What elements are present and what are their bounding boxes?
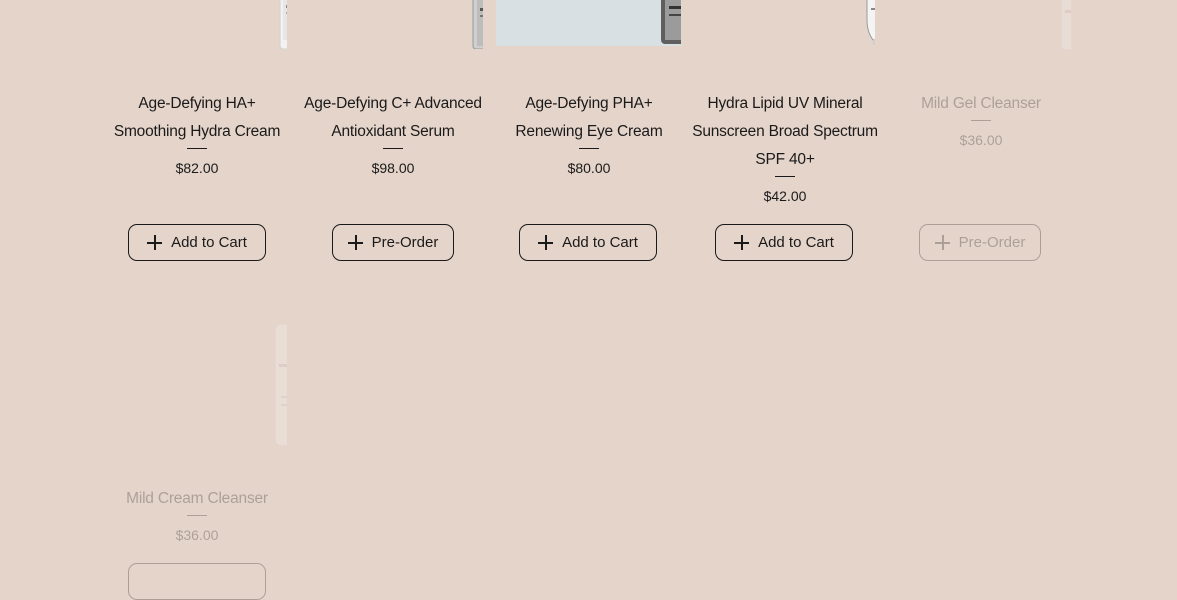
product-name-line2[interactable]: Antioxidant Serum <box>300 118 486 146</box>
product-image[interactable] <box>107 300 287 450</box>
product-price: $42.00 <box>763 188 807 204</box>
bottle-image <box>1060 0 1071 51</box>
plus-icon <box>934 235 950 250</box>
bottle-image <box>274 323 287 447</box>
plus-icon <box>538 235 554 250</box>
product-name-line2[interactable]: Sunscreen Broad Spectrum <box>692 118 878 146</box>
plus-icon <box>147 235 163 250</box>
product-name[interactable]: Mild Cream Cleanser <box>104 485 290 513</box>
button-label: Pre-Order <box>371 234 439 251</box>
product-name[interactable]: Hydra Lipid UV Mineral <box>692 90 878 118</box>
product-name-line2[interactable]: Renewing Eye Cream <box>496 118 682 146</box>
divider <box>775 176 795 177</box>
product-name[interactable]: Age-Defying C+ Advanced <box>300 90 486 118</box>
button-label: Add to Cart <box>562 234 638 251</box>
product-image[interactable] <box>303 0 483 49</box>
product-name-line3[interactable]: SPF 40+ <box>692 146 878 174</box>
divider <box>383 148 403 149</box>
product-price: $36.00 <box>175 527 219 543</box>
button-label: Pre-Order <box>958 234 1026 251</box>
bottle-image <box>866 0 875 45</box>
button-label: Add to Cart <box>758 234 834 251</box>
divider <box>579 148 599 149</box>
product-price: $98.00 <box>371 160 415 176</box>
product-name[interactable]: Age-Defying PHA+ <box>496 90 682 118</box>
product-image[interactable] <box>695 0 875 46</box>
product-name[interactable]: Age-Defying HA+ <box>104 90 290 118</box>
product-image[interactable] <box>891 0 1071 52</box>
pre-order-button[interactable]: Pre-Order <box>919 224 1041 261</box>
product-image[interactable] <box>107 0 287 49</box>
divider <box>187 515 207 516</box>
divider <box>187 148 207 149</box>
plus-icon <box>347 235 363 250</box>
product-image[interactable] <box>496 0 681 46</box>
bottle-image <box>660 0 681 44</box>
product-name[interactable]: Mild Gel Cleanser <box>888 90 1074 118</box>
product-price: $80.00 <box>567 160 611 176</box>
product-price: $82.00 <box>175 160 219 176</box>
product-price: $36.00 <box>959 132 1003 148</box>
bottle-image <box>472 0 483 49</box>
add-to-cart-button[interactable]: Add to Cart <box>128 224 266 261</box>
bottle-image <box>279 0 287 49</box>
product-name-line2[interactable]: Smoothing Hydra Cream <box>104 118 290 146</box>
button-label: Add to Cart <box>171 234 247 251</box>
add-to-cart-button[interactable]: Add to Cart <box>519 224 657 261</box>
pre-order-button[interactable]: Pre-Order <box>332 224 454 261</box>
plus-icon <box>734 235 750 250</box>
add-to-cart-button[interactable]: Add to Cart <box>715 224 853 261</box>
add-to-cart-button[interactable] <box>128 563 266 600</box>
divider <box>971 120 991 121</box>
